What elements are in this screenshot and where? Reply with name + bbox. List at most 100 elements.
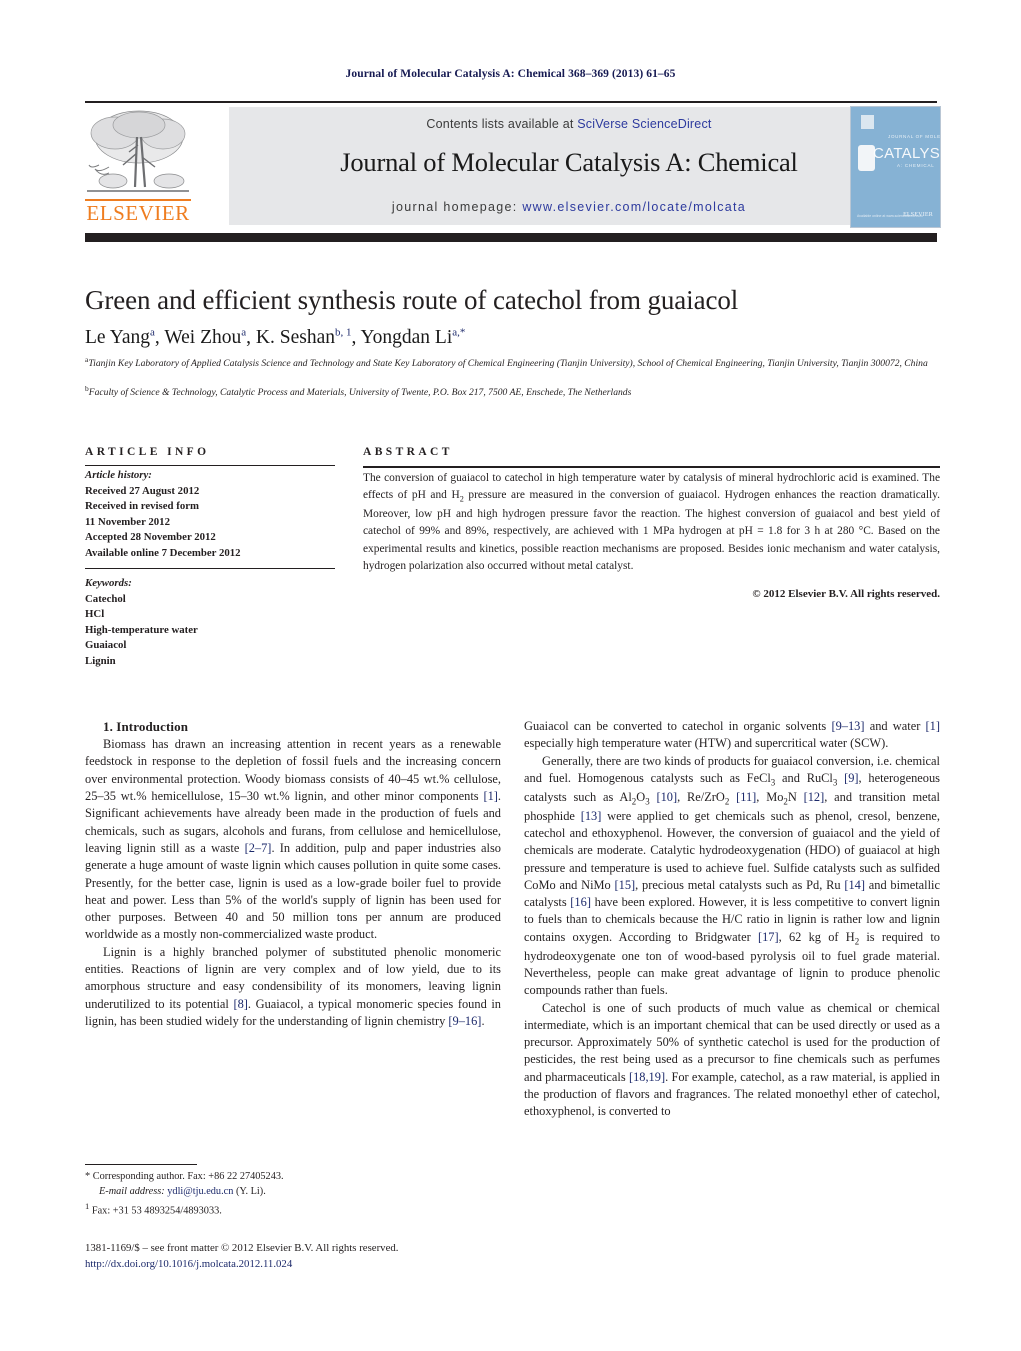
citation-ref[interactable]: [16] bbox=[570, 895, 591, 909]
issn-footer: 1381-1169/$ – see front matter © 2012 El… bbox=[85, 1240, 545, 1272]
article-history-label: Article history: bbox=[85, 469, 152, 481]
footnote-block: * Corresponding author. Fax: +86 22 2740… bbox=[85, 1170, 501, 1219]
paragraph-text: Biomass has drawn an increasing attentio… bbox=[85, 737, 501, 804]
author-affil-mark[interactable]: b, 1 bbox=[335, 327, 352, 339]
history-item: Received in revised form bbox=[85, 500, 200, 513]
body-column-left: 1. Introduction Biomass has drawn an inc… bbox=[85, 718, 501, 1030]
author-affil-mark[interactable]: a,* bbox=[452, 327, 465, 339]
history-item: Received 27 August 2012 bbox=[85, 484, 200, 497]
article-info-rule bbox=[85, 465, 335, 466]
sciencedirect-link[interactable]: SciVerse ScienceDirect bbox=[577, 117, 711, 131]
article-info-heading: ARTICLE INFO bbox=[85, 446, 210, 458]
citation-ref[interactable]: [8] bbox=[233, 997, 247, 1011]
keyword-item: High-temperature water bbox=[85, 623, 198, 636]
citation-ref[interactable]: [11] bbox=[736, 790, 756, 804]
cover-main-word: CATALYSIS bbox=[873, 145, 941, 162]
author-sep: , bbox=[154, 327, 165, 348]
section-heading-introduction: 1. Introduction bbox=[103, 719, 189, 734]
email-suffix: (Y. Li). bbox=[235, 1185, 266, 1197]
email-label: E-mail address: bbox=[99, 1185, 165, 1197]
cover-footer-logo: ELSEVIER bbox=[903, 211, 933, 218]
affiliation-b: bFaculty of Science & Technology, Cataly… bbox=[85, 385, 950, 400]
citation-ref[interactable]: [9–13] bbox=[831, 719, 864, 733]
journal-masthead: ELSEVIER Contents lists available at Sci… bbox=[85, 101, 937, 229]
citation-ref[interactable]: [10] bbox=[656, 790, 677, 804]
corresponding-author-note: * Corresponding author. Fax: +86 22 2740… bbox=[85, 1171, 284, 1182]
paragraph-text: N bbox=[787, 789, 804, 804]
citation-ref[interactable]: [1] bbox=[926, 719, 940, 733]
affiliation-text: Tianjin Key Laboratory of Applied Cataly… bbox=[88, 358, 928, 369]
paper-page: Journal of Molecular Catalysis A: Chemic… bbox=[0, 0, 1021, 1351]
paragraph-text: Guaiacol can be converted to catechol in… bbox=[524, 719, 832, 733]
masthead-top-rule bbox=[85, 101, 937, 103]
paragraph-text: and RuCl bbox=[775, 770, 833, 785]
author-list: Le Yanga, Wei Zhoua, K. Seshanb, 1, Yong… bbox=[85, 327, 945, 349]
page-title: Green and efficient synthesis route of c… bbox=[85, 285, 739, 315]
author-sep: , bbox=[351, 327, 361, 348]
cover-sub-line: A: CHEMICAL bbox=[897, 163, 935, 168]
chem-subscript: 3 bbox=[645, 796, 650, 807]
citation-ref[interactable]: [15] bbox=[615, 878, 636, 892]
fax-text: Fax: +31 53 4893254/4893033. bbox=[91, 1205, 222, 1217]
citation-ref[interactable]: [9–16] bbox=[448, 1014, 481, 1028]
citation-ref[interactable]: [12] bbox=[804, 790, 825, 804]
citation-ref[interactable]: [14] bbox=[844, 878, 865, 892]
paragraph: Catechol is one of such products of much… bbox=[524, 1000, 940, 1121]
doi-link[interactable]: http://dx.doi.org/10.1016/j.molcata.2012… bbox=[85, 1256, 545, 1272]
footnote-rule bbox=[85, 1164, 197, 1165]
author-sep: , bbox=[246, 327, 256, 348]
contents-list-line: Contents lists available at SciVerse Sci… bbox=[229, 117, 909, 131]
keyword-item: Guaiacol bbox=[85, 639, 127, 652]
issn-line: 1381-1169/$ – see front matter © 2012 El… bbox=[85, 1242, 399, 1254]
keyword-item: HCl bbox=[85, 608, 105, 621]
footnote-mark: 1 bbox=[85, 1200, 90, 1211]
homepage-prefix: journal homepage: bbox=[391, 200, 523, 214]
running-head: Journal of Molecular Catalysis A: Chemic… bbox=[345, 68, 676, 80]
elsevier-logo: ELSEVIER bbox=[85, 107, 197, 227]
citation-ref[interactable]: [13] bbox=[581, 809, 602, 823]
contents-prefix: Contents lists available at bbox=[426, 117, 578, 131]
cover-artwork: JOURNAL OF MOLECULAR CATALYSIS A: CHEMIC… bbox=[851, 107, 940, 227]
citation-ref[interactable]: [2–7] bbox=[245, 841, 272, 855]
history-item: Available online 7 December 2012 bbox=[85, 546, 241, 559]
keywords-rule bbox=[85, 568, 335, 569]
fax-note: 1 Fax: +31 53 4893254/4893033. bbox=[85, 1200, 501, 1219]
body-column-right: Guaiacol can be converted to catechol in… bbox=[524, 718, 940, 1121]
keywords-label: Keywords: bbox=[85, 577, 132, 589]
citation-ref[interactable]: [9] bbox=[844, 771, 858, 785]
email-link[interactable]: ydli@tju.edu.cn bbox=[167, 1186, 233, 1197]
masthead-dark-bar bbox=[85, 233, 937, 242]
paragraph-text: . bbox=[481, 1013, 485, 1028]
citation-ref[interactable]: [1] bbox=[483, 789, 497, 803]
paragraph-text: , precious metal catalysts such as Pd, R… bbox=[635, 877, 845, 892]
homepage-link[interactable]: www.elsevier.com/locate/molcata bbox=[522, 200, 746, 214]
history-item: 11 November 2012 bbox=[85, 515, 170, 528]
citation-ref[interactable]: [18,19] bbox=[629, 1070, 665, 1084]
author-name: Le Yang bbox=[85, 327, 151, 348]
affiliation-text: Faculty of Science & Technology, Catalyt… bbox=[88, 387, 632, 398]
author-name: Yongdan Li bbox=[360, 327, 453, 348]
elsevier-wordmark: ELSEVIER bbox=[86, 201, 190, 225]
paragraph: Biomass has drawn an increasing attentio… bbox=[85, 736, 501, 944]
abstract-text: The conversion of guaiacol to catechol i… bbox=[363, 470, 940, 575]
elsevier-tree-icon bbox=[85, 107, 191, 199]
email-note: E-mail address: ydli@tju.edu.cn (Y. Li). bbox=[85, 1185, 501, 1200]
copyright-line: © 2012 Elsevier B.V. All rights reserved… bbox=[752, 588, 940, 600]
paragraph-text: especially high temperature water (HTW) … bbox=[524, 736, 889, 751]
author-name: K. Seshan bbox=[255, 327, 335, 348]
paragraph-text: O bbox=[636, 789, 646, 804]
paragraph-text: and water bbox=[864, 719, 926, 733]
keyword-item: Catechol bbox=[85, 592, 126, 605]
history-item: Accepted 28 November 2012 bbox=[85, 531, 216, 544]
keywords-block: Keywords: Catechol HCl High-temperature … bbox=[85, 576, 335, 669]
citation-ref[interactable]: [17] bbox=[758, 930, 779, 944]
keyword-item: Lignin bbox=[85, 654, 116, 667]
paragraph: Guaiacol can be converted to catechol in… bbox=[524, 718, 940, 753]
article-history-block: Article history: Received 27 August 2012… bbox=[85, 468, 335, 561]
paragraph-text: , Mo bbox=[756, 789, 784, 804]
abstract-rule bbox=[363, 466, 940, 468]
journal-homepage-line: journal homepage: www.elsevier.com/locat… bbox=[229, 200, 909, 214]
cover-elsevier-mark-icon bbox=[861, 115, 874, 129]
abstract-part-2: pressure are measured in the conversion … bbox=[363, 489, 940, 573]
journal-title: Journal of Molecular Catalysis A: Chemic… bbox=[340, 147, 798, 177]
